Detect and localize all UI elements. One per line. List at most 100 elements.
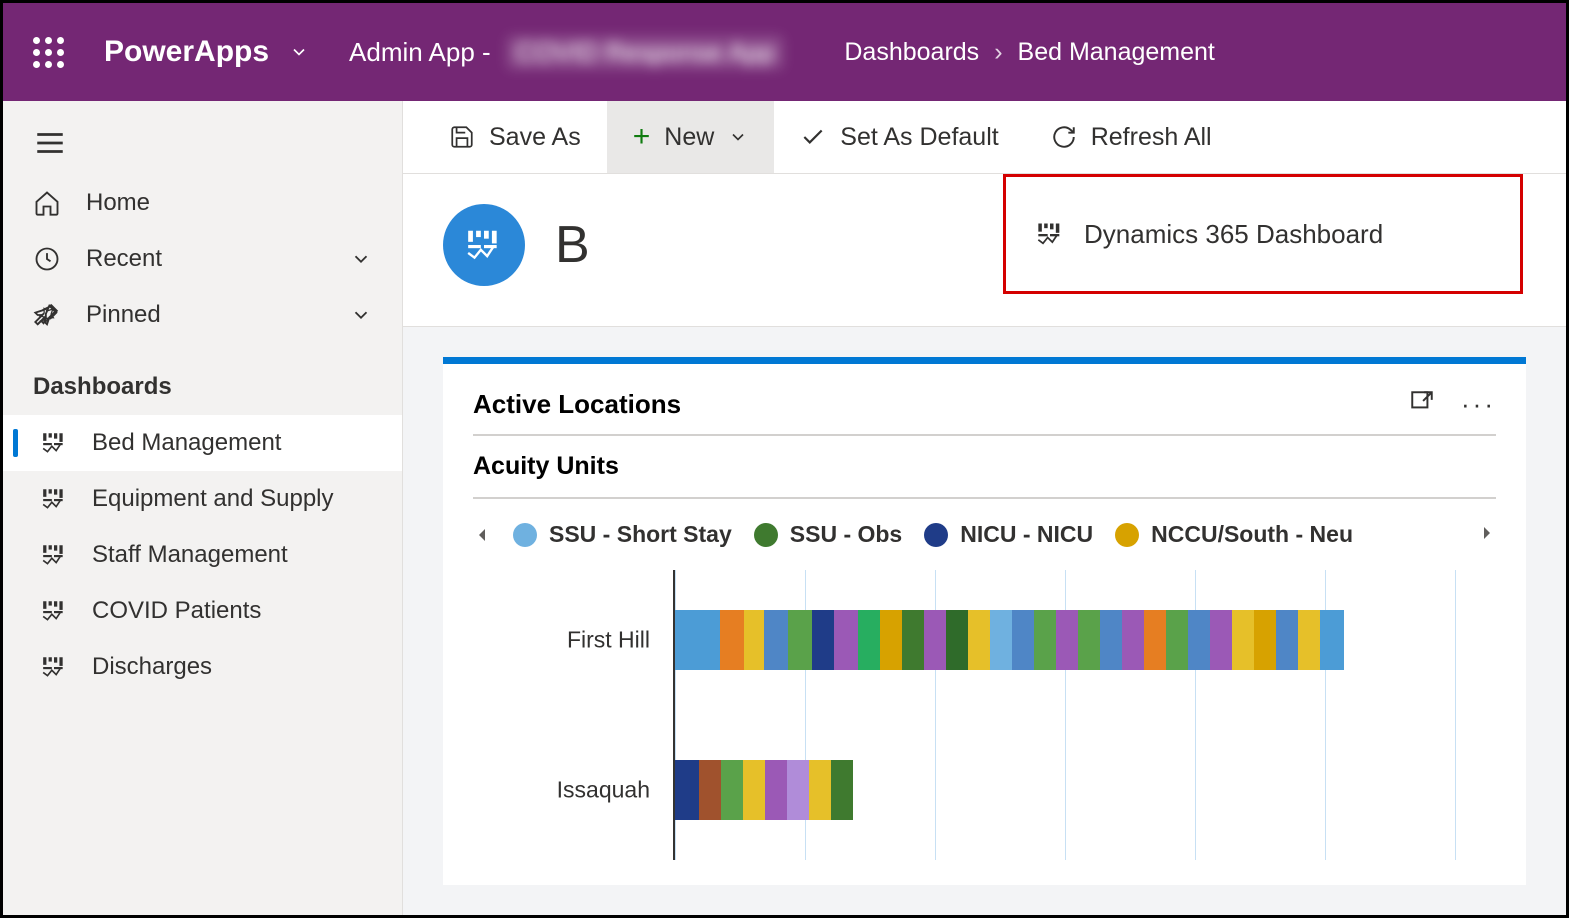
save-icon <box>449 124 475 150</box>
legend-item[interactable]: SSU - Obs <box>754 521 902 548</box>
bar-segment[interactable] <box>834 610 858 670</box>
nav-pinned[interactable]: Pinned <box>3 287 402 343</box>
home-icon <box>33 189 61 217</box>
bar-segment[interactable] <box>675 760 699 820</box>
nav-recent[interactable]: Recent <box>3 231 402 287</box>
expand-icon[interactable] <box>1409 389 1435 420</box>
bar-segment[interactable] <box>721 760 743 820</box>
chart-subtitle: Acuity Units <box>473 436 1496 499</box>
new-button[interactable]: + New <box>607 101 775 173</box>
nav-recent-label: Recent <box>86 245 162 273</box>
cmd-label: Refresh All <box>1091 123 1212 152</box>
bar-segment[interactable] <box>858 610 880 670</box>
bar-segment[interactable] <box>720 610 744 670</box>
bar-segment[interactable] <box>787 760 809 820</box>
bar-segment[interactable] <box>1012 610 1034 670</box>
bar-segment[interactable] <box>831 760 853 820</box>
app-title: Admin App - COVID Response App <box>349 35 784 70</box>
chart-legend: SSU - Short Stay SSU - Obs NICU - NICU NCCU… <box>473 499 1496 570</box>
chart-card-active-locations: Active Locations ··· Acuity Units SSU - … <box>443 357 1526 885</box>
dashboard-icon <box>1036 220 1064 248</box>
pin-icon <box>33 301 61 329</box>
sidebar-item-bed-management[interactable]: Bed Management <box>3 415 402 471</box>
page-title-area: B Dynamics 365 Dashboard <box>403 174 1566 327</box>
legend-label: NCCU/South - Neu <box>1151 521 1353 548</box>
bar-row[interactable] <box>675 760 853 820</box>
bar-segment[interactable] <box>675 610 720 670</box>
bar-segment[interactable] <box>764 610 788 670</box>
bar-segment[interactable] <box>743 760 765 820</box>
breadcrumb: Dashboards › Bed Management <box>844 38 1215 67</box>
plus-icon: + <box>633 120 651 154</box>
bar-segment[interactable] <box>880 610 902 670</box>
bar-segment[interactable] <box>1320 610 1344 670</box>
bar-segment[interactable] <box>1034 610 1056 670</box>
arrow-left-icon[interactable] <box>473 526 491 544</box>
bar-row[interactable] <box>675 610 1344 670</box>
legend-swatch <box>513 523 537 547</box>
new-dropdown-menu[interactable]: Dynamics 365 Dashboard <box>1003 174 1523 294</box>
legend-label: NICU - NICU <box>960 521 1093 548</box>
bar-segment[interactable] <box>924 610 946 670</box>
bar-segment[interactable] <box>1254 610 1276 670</box>
breadcrumb-current: Bed Management <box>1018 38 1215 67</box>
bar-segment[interactable] <box>946 610 968 670</box>
more-icon[interactable]: ··· <box>1461 389 1496 420</box>
legend-label: SSU - Obs <box>790 521 902 548</box>
bar-segment[interactable] <box>1188 610 1210 670</box>
legend-item[interactable]: NICU - NICU <box>924 521 1093 548</box>
chart-title: Active Locations <box>473 389 1383 420</box>
dashboard-icon <box>41 430 67 456</box>
sidebar-item-equipment[interactable]: Equipment and Supply <box>3 471 402 527</box>
clock-icon <box>33 245 61 273</box>
bar-segment[interactable] <box>1210 610 1232 670</box>
app-launcher-icon[interactable] <box>33 37 64 68</box>
legend-item[interactable]: SSU - Short Stay <box>513 521 732 548</box>
bar-segment[interactable] <box>1298 610 1320 670</box>
brand-name[interactable]: PowerApps <box>104 35 269 69</box>
hamburger-button[interactable] <box>3 116 402 175</box>
bar-segment[interactable] <box>1232 610 1254 670</box>
set-default-button[interactable]: Set As Default <box>774 101 1024 173</box>
bar-segment[interactable] <box>1276 610 1298 670</box>
bar-segment[interactable] <box>744 610 764 670</box>
bar-segment[interactable] <box>812 610 834 670</box>
main-area: Save As + New Set As Default Refresh All… <box>403 101 1566 915</box>
bar-segment[interactable] <box>1144 610 1166 670</box>
refresh-button[interactable]: Refresh All <box>1025 101 1238 173</box>
chevron-right-icon: › <box>994 38 1002 67</box>
sidebar-item-label: COVID Patients <box>92 597 261 625</box>
check-icon <box>800 124 826 150</box>
bar-segment[interactable] <box>765 760 787 820</box>
sidebar-item-covid[interactable]: COVID Patients <box>3 583 402 639</box>
bar-segment[interactable] <box>990 610 1012 670</box>
sidebar-item-discharges[interactable]: Discharges <box>3 639 402 695</box>
bar-segment[interactable] <box>699 760 721 820</box>
legend-swatch <box>1115 523 1139 547</box>
bar-segment[interactable] <box>1056 610 1078 670</box>
sidebar-item-staff[interactable]: Staff Management <box>3 527 402 583</box>
chevron-down-icon[interactable] <box>289 42 309 62</box>
dropdown-item-d365[interactable]: Dynamics 365 Dashboard <box>1084 219 1383 250</box>
bar-segment[interactable] <box>788 610 812 670</box>
sidebar-item-label: Equipment and Supply <box>92 485 334 513</box>
chart-plot: First HillIssaquah <box>673 570 1496 860</box>
app-title-prefix: Admin App - <box>349 37 491 68</box>
legend-item[interactable]: NCCU/South - Neu <box>1115 521 1353 548</box>
dashboard-icon <box>41 542 67 568</box>
bar-segment[interactable] <box>1078 610 1100 670</box>
bar-segment[interactable] <box>1166 610 1188 670</box>
sidebar-item-label: Discharges <box>92 653 212 681</box>
breadcrumb-parent[interactable]: Dashboards <box>844 38 979 67</box>
bar-segment[interactable] <box>1100 610 1122 670</box>
sidebar-item-label: Bed Management <box>92 429 281 457</box>
bar-segment[interactable] <box>1122 610 1144 670</box>
legend-label: SSU - Short Stay <box>549 521 732 548</box>
save-as-button[interactable]: Save As <box>423 101 607 173</box>
bar-segment[interactable] <box>902 610 924 670</box>
bar-segment[interactable] <box>809 760 831 820</box>
legend-swatch <box>924 523 948 547</box>
bar-segment[interactable] <box>968 610 990 670</box>
arrow-right-icon[interactable] <box>1478 521 1496 548</box>
nav-home[interactable]: Home <box>3 175 402 231</box>
